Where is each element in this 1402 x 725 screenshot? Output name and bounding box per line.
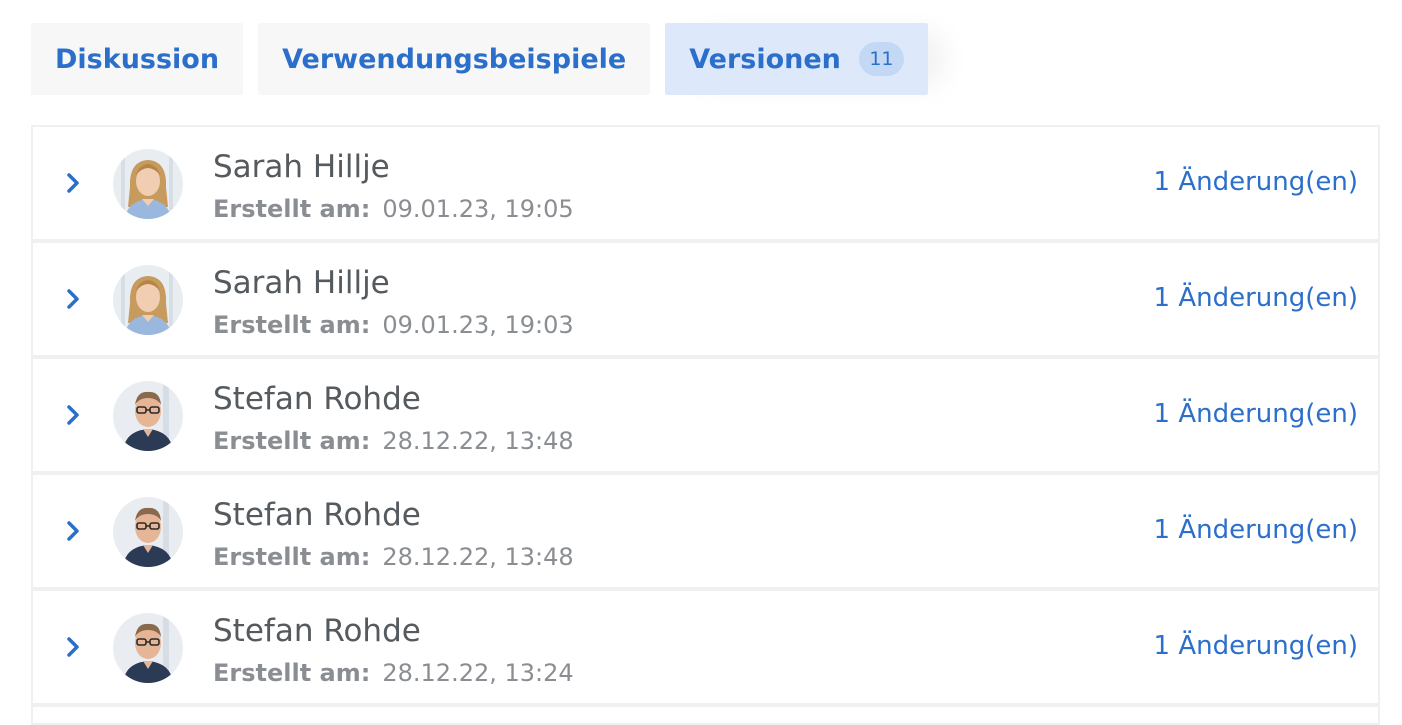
versions-count-badge: 11 [858, 42, 904, 76]
created-date: 28.12.22, 13:48 [382, 543, 574, 571]
avatar-stefan-image [113, 497, 183, 567]
chevron-right-icon[interactable] [61, 635, 85, 659]
tab-diskussion[interactable]: Diskussion [31, 23, 244, 95]
created-label: Erstellt am: [213, 543, 371, 571]
author-name: Sarah Hillje [213, 149, 390, 185]
created-date: 28.12.22, 13:24 [382, 659, 574, 687]
changes-link[interactable]: 1 Änderung(en) [1154, 631, 1358, 661]
avatar [113, 613, 183, 683]
tab-versionen[interactable]: Versionen 11 [665, 23, 928, 95]
changes-link[interactable]: 1 Änderung(en) [1154, 399, 1358, 429]
created-meta: Erstellt am: 09.01.23, 19:03 [213, 311, 574, 339]
author-name: Stefan Rohde [213, 497, 421, 533]
chevron-right-icon[interactable] [61, 403, 85, 427]
chevron-right-icon[interactable] [61, 519, 85, 543]
tab-label: Versionen [689, 43, 841, 75]
created-date: 09.01.23, 19:05 [382, 195, 574, 223]
version-row[interactable]: Sarah Hillje Erstellt am: 09.01.23, 19:03… [33, 243, 1378, 359]
created-meta: Erstellt am: 28.12.22, 13:24 [213, 659, 574, 687]
tab-label: Verwendungsbeispiele [282, 43, 627, 75]
created-label: Erstellt am: [213, 659, 371, 687]
avatar [113, 497, 183, 567]
changes-link[interactable]: 1 Änderung(en) [1154, 515, 1358, 545]
avatar-stefan-image [113, 381, 183, 451]
created-meta: Erstellt am: 28.12.22, 13:48 [213, 543, 574, 571]
author-name: Stefan Rohde [213, 381, 421, 417]
changes-link[interactable]: 1 Änderung(en) [1154, 167, 1358, 197]
avatar-stefan-image [113, 613, 183, 683]
avatar [113, 265, 183, 335]
avatar [113, 149, 183, 219]
changes-link[interactable]: 1 Änderung(en) [1154, 283, 1358, 313]
created-date: 09.01.23, 19:03 [382, 311, 574, 339]
version-list: Sarah Hillje Erstellt am: 09.01.23, 19:05… [31, 125, 1380, 725]
avatar-sarah-image [113, 149, 183, 219]
tab-bar: Diskussion Verwendungsbeispiele Versione… [31, 23, 928, 95]
tab-label: Diskussion [55, 43, 220, 75]
author-name: Sarah Hillje [213, 265, 390, 301]
created-label: Erstellt am: [213, 427, 371, 455]
created-meta: Erstellt am: 28.12.22, 13:48 [213, 427, 574, 455]
tab-verwendungsbeispiele[interactable]: Verwendungsbeispiele [258, 23, 651, 95]
created-label: Erstellt am: [213, 311, 371, 339]
version-row[interactable]: Stefan Rohde Erstellt am: 28.12.22, 13:24… [33, 591, 1378, 707]
created-label: Erstellt am: [213, 195, 371, 223]
created-meta: Erstellt am: 09.01.23, 19:05 [213, 195, 574, 223]
created-date: 28.12.22, 13:48 [382, 427, 574, 455]
chevron-right-icon[interactable] [61, 171, 85, 195]
version-row[interactable]: Stefan Rohde Erstellt am: 28.12.22, 13:48… [33, 475, 1378, 591]
version-row[interactable]: Stefan Rohde Erstellt am: 28.12.22, 13:48… [33, 359, 1378, 475]
avatar [113, 381, 183, 451]
version-row[interactable]: Sarah Hillje Erstellt am: 09.01.23, 19:05… [33, 127, 1378, 243]
avatar-sarah-image [113, 265, 183, 335]
chevron-right-icon[interactable] [61, 287, 85, 311]
author-name: Stefan Rohde [213, 613, 421, 649]
